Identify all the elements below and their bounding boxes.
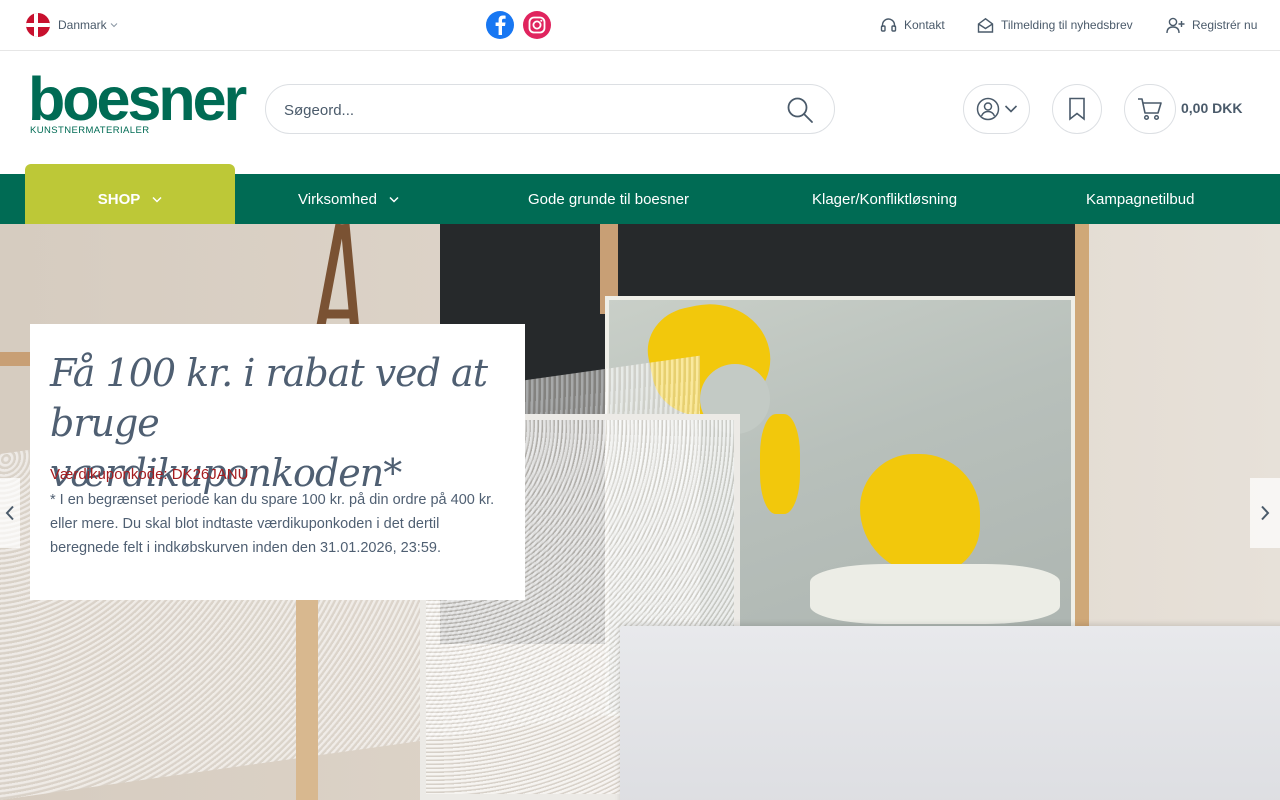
nav-kampagnetilbud[interactable]: Kampagnetilbud [1086, 174, 1194, 224]
bookmark-icon [1069, 97, 1085, 121]
promo-description: * I en begrænset periode kan du spare 10… [50, 492, 495, 556]
wishlist-button[interactable] [1052, 84, 1102, 134]
denmark-flag-icon [26, 13, 50, 37]
register-link[interactable]: Registrér nu [1166, 14, 1257, 36]
nav-gode-grunde[interactable]: Gode grunde til boesner [528, 174, 689, 224]
chevron-down-icon [389, 196, 399, 203]
account-menu-button[interactable] [963, 84, 1030, 134]
country-selector[interactable]: Danmark [26, 13, 118, 37]
envelope-open-icon [977, 17, 994, 33]
search-button[interactable] [786, 96, 814, 124]
top-bar: Danmark Kontakt Tilmelding til nyhedsbre… [0, 0, 1280, 51]
chevron-left-icon [5, 505, 14, 521]
newsletter-label: Tilmelding til nyhedsbrev [1001, 18, 1133, 32]
country-label: Danmark [58, 18, 107, 32]
nav-klager-label: Klager/Konfliktløsning [812, 190, 958, 208]
paint-stroke [760, 414, 800, 514]
logo-subtitle: KUNSTNERMATERIALER [30, 125, 150, 136]
slider-prev-button[interactable] [0, 478, 20, 548]
chevron-right-icon [1261, 505, 1270, 521]
nav-gode-grunde-label: Gode grunde til boesner [528, 190, 689, 208]
user-plus-icon [1166, 17, 1185, 33]
boesner-logo[interactable]: boesner KUNSTNERMATERIALER [28, 65, 247, 138]
promo-box: Få 100 kr. i rabat ved at bruge værdikup… [30, 324, 525, 600]
cart-total[interactable]: 0,00 DKK [1181, 100, 1242, 116]
instagram-icon[interactable] [523, 11, 551, 39]
search-bar [265, 84, 835, 134]
facebook-icon[interactable] [486, 11, 514, 39]
cart-icon [1138, 98, 1162, 121]
wood-strip [1075, 224, 1089, 644]
nav-virksomhed-label: Virksomhed [298, 190, 377, 208]
nav-shop[interactable]: SHOP [25, 164, 235, 224]
chevron-down-icon [110, 23, 118, 28]
search-icon [787, 97, 813, 123]
contact-label: Kontakt [904, 18, 945, 32]
newsletter-link[interactable]: Tilmelding til nyhedsbrev [977, 14, 1133, 36]
wood-strip [296, 584, 318, 800]
nav-shop-label: SHOP [97, 190, 141, 208]
cart-button[interactable] [1124, 84, 1176, 134]
chevron-down-icon [152, 196, 162, 203]
nav-klager[interactable]: Klager/Konfliktløsning [812, 174, 957, 224]
blank-canvas [620, 626, 1280, 800]
user-circle-icon [976, 97, 999, 121]
chevron-down-icon [1004, 105, 1017, 113]
contact-link[interactable]: Kontakt [880, 14, 945, 36]
nav-virksomhed[interactable]: Virksomhed [298, 174, 399, 224]
slider-next-button[interactable] [1250, 478, 1280, 548]
logo-wordmark: boesner [28, 65, 247, 133]
nav-kampagnetilbud-label: Kampagnetilbud [1086, 190, 1195, 208]
headset-icon [880, 17, 897, 32]
paint-stroke [810, 564, 1060, 624]
voucher-code: Værdikuponkode: DK26JANU [50, 466, 249, 483]
search-input[interactable] [284, 97, 764, 123]
register-label: Registrér nu [1192, 18, 1258, 32]
